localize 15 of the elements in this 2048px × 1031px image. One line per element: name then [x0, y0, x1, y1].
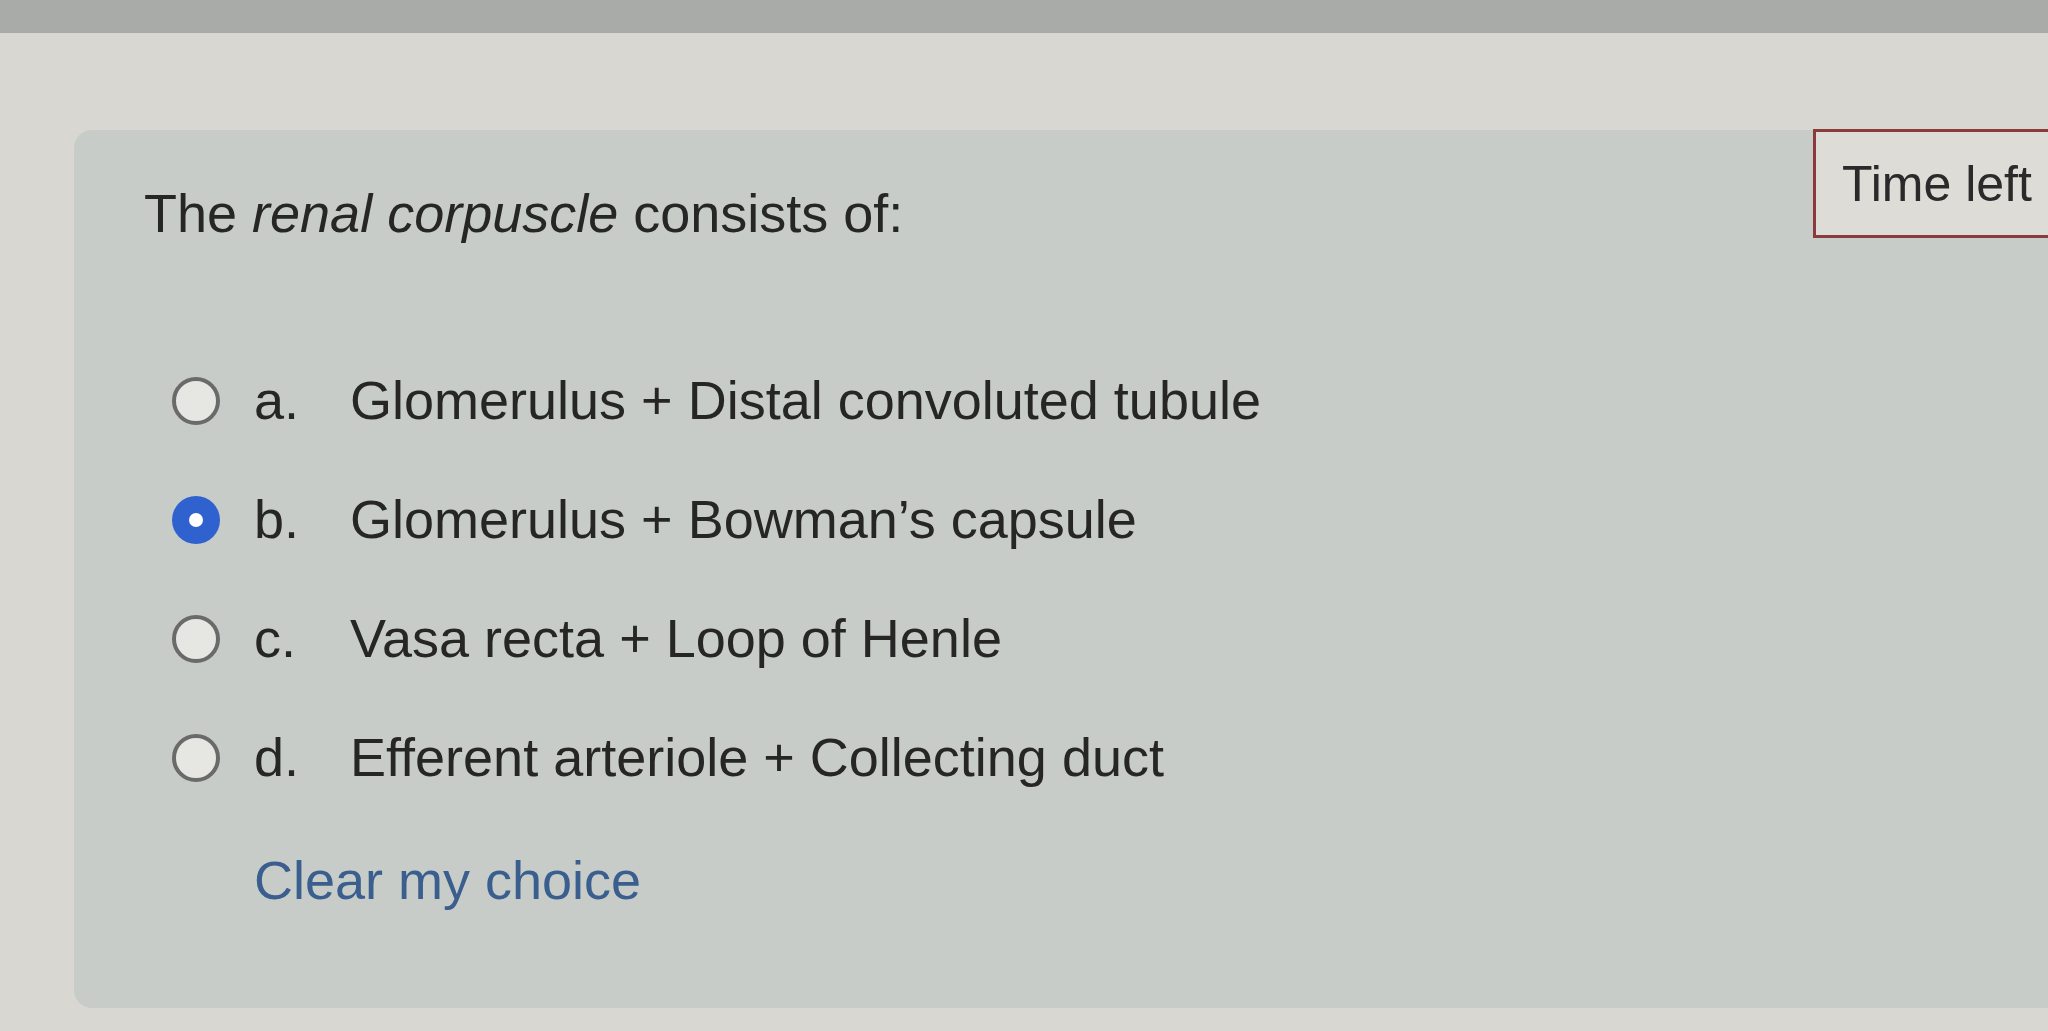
timer-label: Time left: [1842, 154, 2032, 214]
radio-button[interactable]: [172, 495, 220, 544]
radio-button[interactable]: [172, 614, 220, 663]
option-label[interactable]: Glomerulus + Bowman’s capsule: [350, 487, 1137, 552]
option-letter: b.: [254, 488, 301, 551]
option-label[interactable]: Efferent arteriole + Collecting duct: [350, 725, 1164, 790]
option-letter: a.: [254, 369, 301, 432]
option-label[interactable]: Glomerulus + Distal convoluted tubule: [350, 368, 1261, 433]
question-text: The renal corpuscle consists of:: [144, 182, 904, 245]
radio-button[interactable]: [172, 733, 220, 782]
option-letter: c.: [254, 607, 297, 670]
clear-choice-link[interactable]: Clear my choice: [254, 848, 642, 913]
option-letter: d.: [254, 726, 301, 789]
radio-button[interactable]: [172, 376, 220, 425]
option-label[interactable]: Vasa recta + Loop of Henle: [350, 606, 1002, 671]
